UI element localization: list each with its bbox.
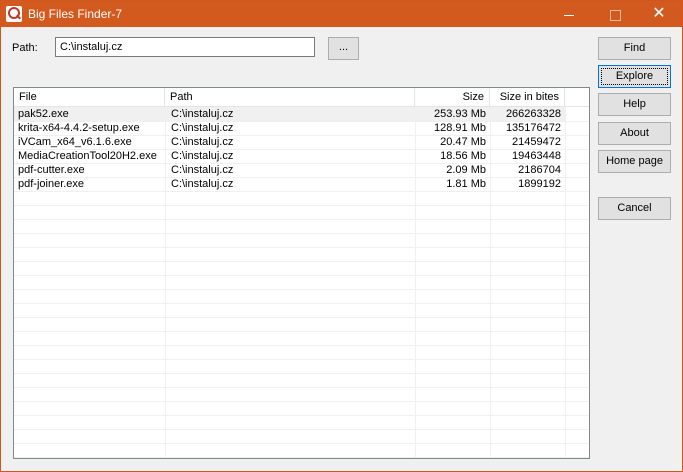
path-label: Path:	[12, 42, 38, 54]
grid-line	[14, 359, 589, 360]
about-button[interactable]: About	[598, 122, 671, 145]
cell-size: 2.09 Mb	[446, 164, 486, 176]
grid-line	[14, 191, 589, 192]
grid-line	[14, 415, 589, 416]
column-header-file[interactable]: File	[14, 88, 165, 106]
grid-line	[14, 205, 589, 206]
column-header-filler	[565, 88, 589, 106]
magnifier-icon	[6, 6, 22, 22]
grid-line	[14, 219, 589, 220]
minimize-icon	[564, 14, 574, 16]
grid-line	[14, 233, 589, 234]
grid-line	[14, 345, 589, 346]
grid-line	[14, 401, 589, 402]
table-row[interactable]: MediaCreationTool20H2.exe C:\instaluj.cz…	[14, 149, 589, 163]
cell-file: pdf-cutter.exe	[18, 164, 85, 176]
column-header-size-in-bites[interactable]: Size in bites	[490, 88, 565, 106]
grid-line	[14, 247, 589, 248]
title-bar[interactable]: Big Files Finder-7 ✕	[1, 1, 682, 27]
list-rows: pak52.exe C:\instaluj.cz 253.93 Mb 26626…	[14, 107, 589, 191]
grid-line	[14, 373, 589, 374]
cell-path: C:\instaluj.cz	[171, 164, 234, 176]
cell-size: 1.81 Mb	[446, 178, 486, 190]
table-row[interactable]: pak52.exe C:\instaluj.cz 253.93 Mb 26626…	[14, 107, 589, 121]
grid-line	[14, 261, 589, 262]
close-button[interactable]: ✕	[636, 1, 682, 27]
app-window: Big Files Finder-7 ✕ Path: ... Find Expl…	[0, 0, 683, 472]
close-icon: ✕	[652, 5, 666, 22]
cell-bytes: 21459472	[512, 136, 561, 148]
cell-file: iVCam_x64_v6.1.6.exe	[18, 136, 132, 148]
cell-bytes: 19463448	[512, 150, 561, 162]
maximize-button[interactable]	[592, 1, 638, 27]
results-list[interactable]: File Path Size Size in bites pak52.exe C…	[13, 87, 590, 459]
cell-file: krita-x64-4.4.2-setup.exe	[18, 122, 140, 134]
cell-size: 253.93 Mb	[415, 107, 490, 121]
grid-line	[14, 331, 589, 332]
grid-line	[14, 429, 589, 430]
window-title: Big Files Finder-7	[28, 7, 123, 21]
maximize-icon	[609, 9, 621, 21]
table-row[interactable]: pdf-joiner.exe C:\instaluj.cz 1.81 Mb 18…	[14, 177, 589, 191]
find-button[interactable]: Find	[598, 37, 671, 60]
cell-bytes: 2186704	[518, 164, 561, 176]
grid-line	[14, 303, 589, 304]
grid-line	[14, 387, 589, 388]
table-row[interactable]: pdf-cutter.exe C:\instaluj.cz 2.09 Mb 21…	[14, 163, 589, 177]
cell-path: C:\instaluj.cz	[165, 107, 415, 121]
cell-path: C:\instaluj.cz	[171, 136, 234, 148]
grid-line	[14, 457, 589, 458]
path-input[interactable]	[55, 37, 315, 57]
grid-line	[14, 289, 589, 290]
list-header: File Path Size Size in bites	[14, 88, 589, 107]
home-page-button[interactable]: Home page	[598, 150, 671, 173]
cell-file: pdf-joiner.exe	[18, 178, 85, 190]
minimize-button[interactable]	[546, 1, 592, 27]
cell-bytes: 266263328	[490, 107, 565, 121]
help-button[interactable]: Help	[598, 93, 671, 116]
cell-size: 18.56 Mb	[440, 150, 486, 162]
cancel-button[interactable]: Cancel	[598, 197, 671, 220]
column-header-path[interactable]: Path	[165, 88, 415, 106]
grid-line	[14, 317, 589, 318]
grid-line	[14, 275, 589, 276]
cell-size: 128.91 Mb	[434, 122, 486, 134]
cell-file: MediaCreationTool20H2.exe	[18, 150, 157, 162]
cell-file: pak52.exe	[14, 107, 165, 121]
cell-size: 20.47 Mb	[440, 136, 486, 148]
table-row[interactable]: iVCam_x64_v6.1.6.exe C:\instaluj.cz 20.4…	[14, 135, 589, 149]
explore-button[interactable]: Explore	[598, 65, 671, 88]
table-row[interactable]: krita-x64-4.4.2-setup.exe C:\instaluj.cz…	[14, 121, 589, 135]
column-header-size[interactable]: Size	[415, 88, 490, 106]
cell-path: C:\instaluj.cz	[171, 150, 234, 162]
browse-button[interactable]: ...	[328, 37, 359, 60]
cell-bytes: 135176472	[505, 122, 561, 134]
cell-path: C:\instaluj.cz	[171, 178, 234, 190]
cell-path: C:\instaluj.cz	[171, 122, 234, 134]
cell-bytes: 1899192	[518, 178, 561, 190]
grid-line	[14, 443, 589, 444]
